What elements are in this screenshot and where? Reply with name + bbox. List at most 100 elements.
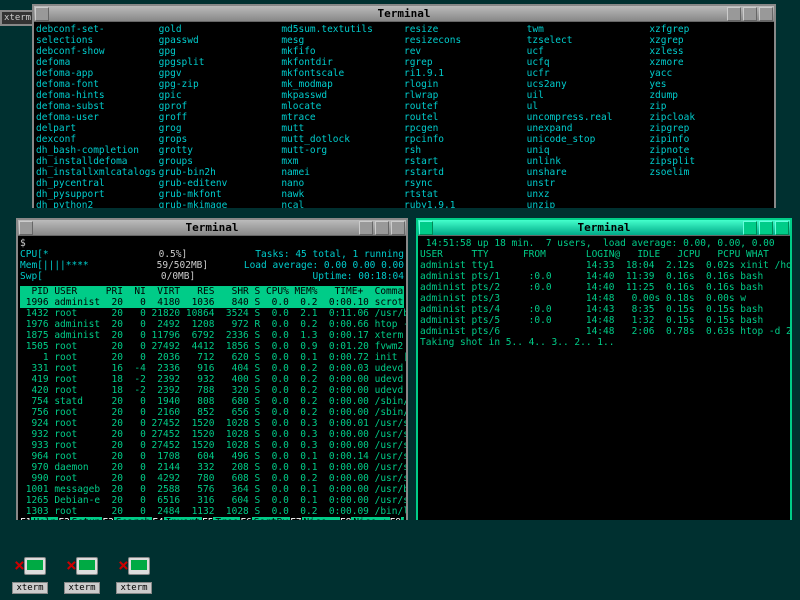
- ls-item: defoma-user: [36, 112, 159, 123]
- minimize-icon[interactable]: [359, 221, 373, 235]
- terminal-window-htop: Terminal $ CPU[*0.5%] Tasks: 45 total, 1…: [16, 218, 408, 520]
- taskbar-item[interactable]: ×xterm: [6, 557, 54, 594]
- fkey-label[interactable]: Nice -: [302, 517, 340, 520]
- fkey: F8: [340, 517, 351, 520]
- ls-item: rsync: [404, 178, 527, 189]
- ls-item: zsoelim: [649, 167, 772, 178]
- fkey-label[interactable]: Kill: [401, 517, 404, 520]
- titlebar[interactable]: Terminal: [18, 220, 406, 236]
- minimize-icon[interactable]: [743, 221, 757, 235]
- menu-icon[interactable]: [35, 7, 49, 21]
- terminal-window-w: Terminal 14:51:58 up 18 min. 7 users, lo…: [416, 218, 792, 520]
- ls-item: gpic: [159, 90, 282, 101]
- maximize-icon[interactable]: [375, 221, 389, 235]
- htop-row[interactable]: 933 root 20 0 27452 1520 1028 S 0.0 0.3 …: [20, 440, 404, 451]
- minimize-icon[interactable]: [727, 7, 741, 21]
- task-label: xterm: [116, 582, 151, 594]
- terminal-window-top: Terminal debconf-set-selectionsdebconf-s…: [32, 4, 776, 208]
- fkey-label[interactable]: Nice +: [351, 517, 389, 520]
- ls-item: xzgrep: [649, 35, 772, 46]
- htop-row[interactable]: 420 root 18 -2 2392 788 320 S 0.0 0.2 0:…: [20, 385, 404, 396]
- htop-row[interactable]: 756 root 20 0 2160 852 656 S 0.0 0.2 0:0…: [20, 407, 404, 418]
- ls-item: debconf-set-selections: [36, 24, 159, 46]
- fkey: F2: [58, 517, 69, 520]
- ls-item: yacc: [649, 68, 772, 79]
- ls-item: dh_python2: [36, 200, 159, 208]
- ls-item: grops: [159, 134, 282, 145]
- htop-row[interactable]: 1432 root 20 0 21820 10864 3524 S 0.0 2.…: [20, 308, 404, 319]
- taskbar-item[interactable]: ×xterm: [110, 557, 158, 594]
- htop-row[interactable]: 924 root 20 0 27452 1520 1028 S 0.0 0.3 …: [20, 418, 404, 429]
- fkey-label[interactable]: Tree: [213, 517, 240, 520]
- maximize-icon[interactable]: [759, 221, 773, 235]
- terminal-content[interactable]: debconf-set-selectionsdebconf-showdefoma…: [34, 22, 774, 208]
- htop-row[interactable]: 932 root 20 0 27452 1520 1028 S 0.0 0.3 …: [20, 429, 404, 440]
- ls-item: groups: [159, 156, 282, 167]
- ls-item: dh_pysupport: [36, 189, 159, 200]
- ls-item: mtrace: [281, 112, 404, 123]
- htop-row[interactable]: 1505 root 20 0 27492 4412 1856 S 0.0 0.9…: [20, 341, 404, 352]
- ls-item: zipsplit: [649, 156, 772, 167]
- ls-item: rpcgen: [404, 123, 527, 134]
- close-icon[interactable]: [759, 7, 773, 21]
- fkey-label[interactable]: Invert: [164, 517, 202, 520]
- fkey-label[interactable]: Setup: [70, 517, 103, 520]
- taskbar-item[interactable]: ×xterm: [58, 557, 106, 594]
- ls-item: uil: [527, 90, 650, 101]
- htop-row[interactable]: 1875 administ 20 0 11796 6792 2336 S 0.0…: [20, 330, 404, 341]
- htop-row[interactable]: 1976 administ 20 0 2492 1208 972 R 0.0 0…: [20, 319, 404, 330]
- ls-item: grub-editenv: [159, 178, 282, 189]
- ls-item: ucfq: [527, 57, 650, 68]
- titlebar[interactable]: Terminal: [418, 220, 790, 236]
- htop-row[interactable]: 1 root 20 0 2036 712 620 S 0.0 0.1 0:00.…: [20, 352, 404, 363]
- ls-item: unshare: [527, 167, 650, 178]
- htop-row[interactable]: 754 statd 20 0 1940 808 680 S 0.0 0.2 0:…: [20, 396, 404, 407]
- xterm-icon: ×: [14, 557, 46, 581]
- load: Load average: 0.00 0.00 0.00: [244, 260, 404, 271]
- mem-val: 59/502MB]: [157, 260, 208, 271]
- ls-item: gprof: [159, 101, 282, 112]
- fkey: F5: [202, 517, 213, 520]
- terminal-content[interactable]: 14:51:58 up 18 min. 7 users, load averag…: [418, 236, 790, 520]
- ls-item: gpg-zip: [159, 79, 282, 90]
- htop-row[interactable]: 1265 Debian-e 20 0 6516 316 604 S 0.0 0.…: [20, 495, 404, 506]
- fkey-label[interactable]: Search: [114, 517, 152, 520]
- htop-row[interactable]: 331 root 16 -4 2336 916 404 S 0.0 0.2 0:…: [20, 363, 404, 374]
- ls-item: delpart: [36, 123, 159, 134]
- titlebar[interactable]: Terminal: [34, 6, 774, 22]
- htop-selected-row[interactable]: 1996 administ 20 0 4180 1036 840 S 0.0 0…: [20, 297, 404, 308]
- minimized-xterm[interactable]: xterm: [0, 10, 35, 26]
- ls-item: dh_installxmlcatalogs: [36, 167, 159, 178]
- tasks: Tasks: 45 total, 1 running: [255, 249, 404, 260]
- ls-item: gold: [159, 24, 282, 35]
- htop-row[interactable]: 964 root 20 0 1708 604 496 S 0.0 0.1 0:0…: [20, 451, 404, 462]
- close-icon[interactable]: [391, 221, 405, 235]
- htop-row[interactable]: 1001 messageb 20 0 2588 576 364 S 0.0 0.…: [20, 484, 404, 495]
- fkey-label[interactable]: Help: [31, 517, 58, 520]
- terminal-content[interactable]: $ CPU[*0.5%] Tasks: 45 total, 1 running …: [18, 236, 406, 520]
- ls-item: yes: [649, 79, 772, 90]
- htop-row[interactable]: 1303 root 20 0 2484 1132 1028 S 0.0 0.2 …: [20, 506, 404, 517]
- ls-item: zdump: [649, 90, 772, 101]
- ls-item: routef: [404, 101, 527, 112]
- ls-item: ucf: [527, 46, 650, 57]
- ls-item: unicode_stop: [527, 134, 650, 145]
- htop-row[interactable]: 419 root 18 -2 2392 932 400 S 0.0 0.2 0:…: [20, 374, 404, 385]
- ls-item: ucs2any: [527, 79, 650, 90]
- menu-icon[interactable]: [19, 221, 33, 235]
- ls-item: groff: [159, 112, 282, 123]
- close-icon[interactable]: [775, 221, 789, 235]
- ls-item: gpgsplit: [159, 57, 282, 68]
- ls-item: resizecons: [404, 35, 527, 46]
- htop-row[interactable]: 970 daemon 20 0 2144 332 208 S 0.0 0.1 0…: [20, 462, 404, 473]
- ls-item: unlink: [527, 156, 650, 167]
- ls-item: namei: [281, 167, 404, 178]
- fkey-label[interactable]: SortBy: [252, 517, 290, 520]
- ls-item: mesg: [281, 35, 404, 46]
- htop-row[interactable]: 990 root 20 0 4292 780 608 S 0.0 0.2 0:0…: [20, 473, 404, 484]
- menu-icon[interactable]: [419, 221, 433, 235]
- ls-item: grub-mkfont: [159, 189, 282, 200]
- maximize-icon[interactable]: [743, 7, 757, 21]
- fkey: F6: [240, 517, 251, 520]
- fkey: F4: [152, 517, 163, 520]
